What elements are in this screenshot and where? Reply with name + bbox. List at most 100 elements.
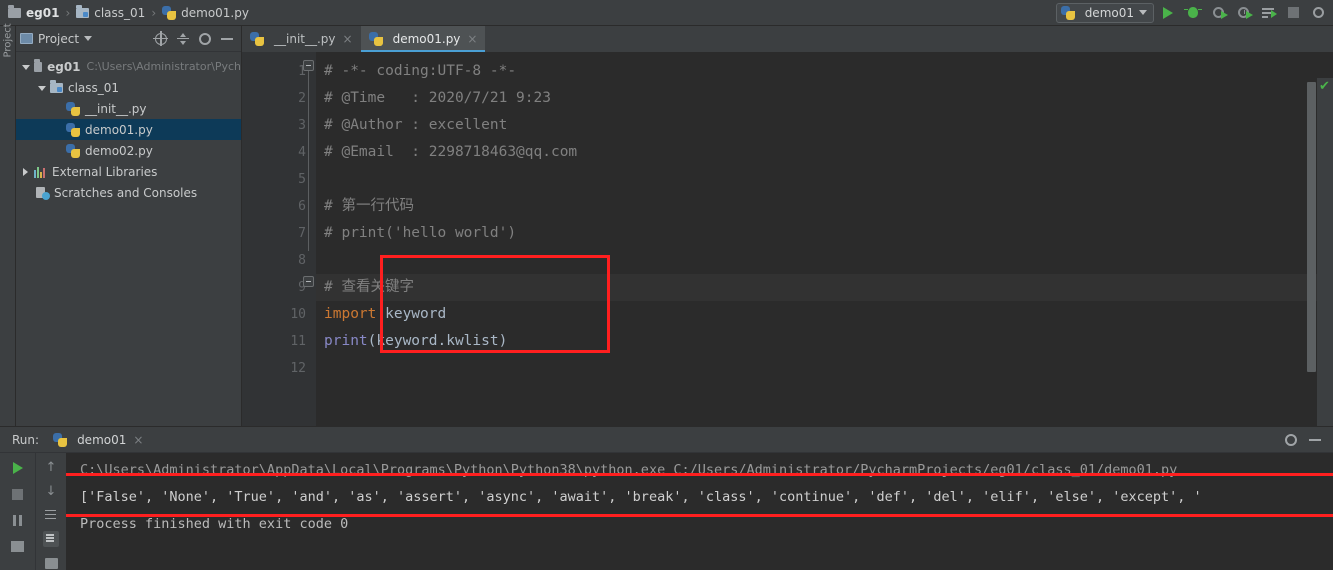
- close-icon[interactable]: ×: [343, 33, 353, 45]
- soft-wrap-button[interactable]: [42, 507, 60, 523]
- breadcrumb-item-demo01[interactable]: demo01.py: [162, 5, 249, 20]
- down-the-stack-button[interactable]: ↓: [42, 483, 60, 499]
- breadcrumb: eg01 › class_01 › demo01.py: [0, 4, 249, 20]
- code-fold-collapse-icon[interactable]: [303, 276, 314, 287]
- show-in-grid-button[interactable]: [9, 537, 27, 555]
- gear-icon: [199, 32, 211, 45]
- stop-button[interactable]: [1282, 2, 1304, 24]
- project-panel-title[interactable]: Project: [20, 31, 93, 46]
- scratches-icon: [36, 186, 50, 200]
- project-panel-actions: [151, 29, 237, 49]
- code-line: # @Time : 2020/7/21 9:23: [316, 85, 1333, 112]
- python-file-icon: [66, 143, 80, 158]
- tree-item-eg01[interactable]: eg01 C:\Users\Administrator\Pych: [16, 56, 241, 77]
- run-panel-body: ↑ ↓ C:\Users\Administrator\AppData\Local…: [0, 453, 1333, 570]
- python-file-icon: [162, 5, 177, 20]
- run-tab-demo01[interactable]: demo01 ×: [53, 432, 143, 447]
- code-line: # @Author : excellent: [316, 112, 1333, 139]
- line-number: 6: [298, 199, 306, 214]
- run-side-toolbar: [0, 453, 36, 570]
- hide-button[interactable]: [1305, 430, 1325, 450]
- debug-button[interactable]: [1182, 2, 1204, 24]
- code-line: print(keyword.kwlist): [316, 328, 1333, 355]
- run-panel-actions: [1281, 430, 1333, 450]
- rerun-button[interactable]: [9, 459, 27, 477]
- tree-item-demo01-py[interactable]: demo01.py: [16, 119, 241, 140]
- line-number: 4: [298, 145, 306, 160]
- print-button[interactable]: [42, 555, 60, 570]
- breadcrumb-item-class01[interactable]: class_01: [76, 4, 145, 20]
- tab-demo01-py[interactable]: demo01.py ×: [360, 26, 486, 52]
- scroll-to-end-button[interactable]: [42, 531, 60, 547]
- tree-item-class01[interactable]: class_01: [16, 77, 241, 98]
- collapse-all-button[interactable]: [173, 29, 193, 49]
- chevron-down-icon[interactable]: [20, 61, 32, 73]
- arrow-down-icon: ↓: [45, 483, 57, 499]
- bug-icon: [1184, 7, 1202, 18]
- pause-button[interactable]: [9, 511, 27, 529]
- code-segment: # -*- coding:UTF-8 -*-: [324, 63, 517, 79]
- python-file-icon: [1060, 5, 1075, 20]
- line-number: 5: [298, 172, 306, 187]
- close-icon[interactable]: ×: [467, 33, 477, 45]
- run-with-coverage-button[interactable]: [1207, 2, 1229, 24]
- code-line: # print('hello world'): [316, 220, 1333, 247]
- code-segment: # 查看关键字: [324, 279, 414, 295]
- code-segment: import: [324, 306, 377, 322]
- chevron-right-icon[interactable]: [20, 166, 32, 178]
- code-line: # -*- coding:UTF-8 -*-: [316, 58, 1333, 85]
- minimize-icon: [1309, 438, 1321, 441]
- settings-button[interactable]: [195, 29, 215, 49]
- run-button[interactable]: [1157, 2, 1179, 24]
- settings-button[interactable]: [1281, 430, 1301, 450]
- code-line: # 查看关键字: [316, 274, 1333, 301]
- up-the-stack-button[interactable]: ↑: [42, 459, 60, 475]
- gear-icon: [1285, 433, 1297, 446]
- run-with-console-button[interactable]: [1257, 2, 1279, 24]
- stop-icon: [1287, 7, 1299, 18]
- python-file-icon: [66, 101, 80, 116]
- select-opened-file-button[interactable]: [151, 29, 171, 49]
- breadcrumb-label: demo01.py: [181, 5, 249, 20]
- target-icon: [153, 30, 168, 46]
- run-configuration-selector[interactable]: demo01: [1055, 2, 1154, 23]
- line-number: 10: [290, 307, 306, 322]
- close-icon[interactable]: ×: [133, 434, 143, 446]
- tab-label: demo01.py: [392, 32, 461, 46]
- editor-scrollbar[interactable]: [1307, 82, 1316, 372]
- tree-item-demo02-py[interactable]: demo02.py: [16, 140, 241, 161]
- run-panel-label: Run:: [12, 432, 40, 447]
- code-fold-collapse-icon[interactable]: [303, 60, 314, 71]
- profile-button[interactable]: [1232, 2, 1254, 24]
- code-editor[interactable]: 1 2 3 4 5 6 7 8 9 10 11 12 # -*- coding:…: [242, 52, 1333, 452]
- editor-gutter[interactable]: 1 2 3 4 5 6 7 8 9 10 11 12: [242, 52, 316, 426]
- console-output[interactable]: C:\Users\Administrator\AppData\Local\Pro…: [66, 453, 1333, 570]
- tree-item-label: eg01: [47, 59, 81, 74]
- code-text[interactable]: # -*- coding:UTF-8 -*- # @Time : 2020/7/…: [316, 52, 1333, 426]
- project-icon: [20, 33, 33, 44]
- stop-button[interactable]: [9, 485, 27, 503]
- pycharm-window: eg01 › class_01 › demo01.py demo01 Proje…: [0, 0, 1333, 570]
- hide-button[interactable]: [217, 29, 237, 49]
- stop-icon: [12, 488, 23, 500]
- project-title-label: Project: [38, 31, 80, 46]
- tree-item-label: __init__.py: [85, 101, 147, 116]
- tree-item-external-libraries[interactable]: External Libraries: [16, 161, 241, 182]
- tree-item-scratches[interactable]: Scratches and Consoles: [16, 182, 241, 203]
- project-tool-window: Project eg01 C:\Users\Administrator\Pych: [16, 26, 242, 426]
- scroll-end-icon: [43, 531, 59, 547]
- inspection-strip[interactable]: ✔: [1317, 78, 1333, 452]
- strip-project-label[interactable]: Project: [3, 14, 14, 57]
- code-fold-line: [308, 71, 309, 251]
- line-number: 12: [290, 361, 306, 376]
- tab-label: __init__.py: [274, 32, 336, 46]
- breadcrumb-item-eg01[interactable]: eg01: [8, 4, 60, 20]
- tree-item-init-py[interactable]: __init__.py: [16, 98, 241, 119]
- tab-init-py[interactable]: __init__.py ×: [242, 26, 361, 52]
- search-everywhere-button[interactable]: [1307, 2, 1329, 24]
- breadcrumb-label: eg01: [26, 5, 60, 20]
- line-number: 2: [298, 91, 306, 106]
- chevron-down-icon[interactable]: [36, 82, 48, 94]
- code-segment: # @Email : 2298718463@qq.com: [324, 144, 578, 160]
